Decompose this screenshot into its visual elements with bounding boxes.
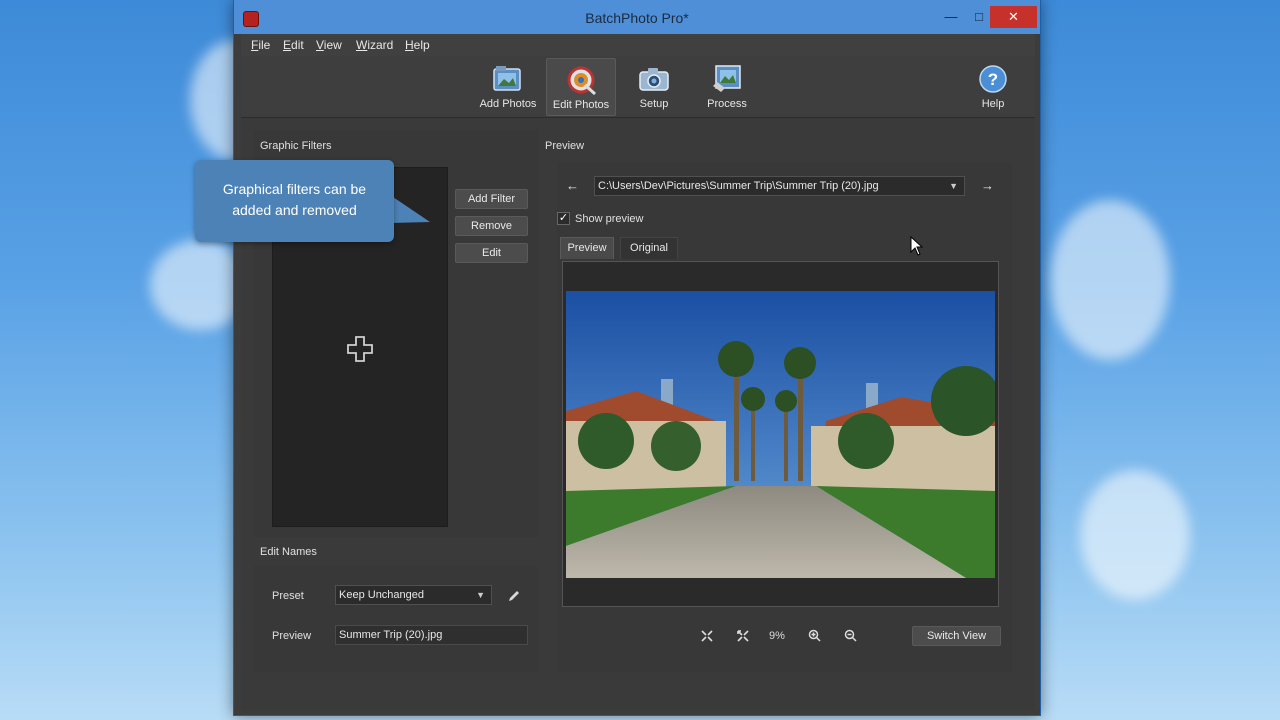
next-photo-arrow-icon[interactable]: → — [981, 178, 994, 193]
help-label: Help — [981, 98, 1005, 110]
title-bar[interactable]: BatchPhoto Pro* — □ ✕ — [234, 0, 1040, 34]
process-label: Process — [707, 98, 747, 110]
edit-photos-button[interactable]: Edit Photos — [546, 58, 616, 116]
mouse-cursor-icon — [910, 236, 924, 256]
show-preview-checkbox[interactable]: ✓ — [557, 212, 570, 225]
file-path-dropdown[interactable]: C:\Users\Dev\Pictures\Summer Trip\Summer… — [594, 176, 965, 196]
image-preview-frame — [562, 261, 999, 607]
preset-label: Preset — [272, 590, 304, 602]
desktop-decoration — [1050, 200, 1170, 360]
fit-to-window-icon[interactable] — [701, 630, 713, 642]
chevron-down-icon: ▼ — [476, 590, 485, 600]
preset-value: Keep Unchanged — [339, 589, 425, 601]
switch-view-button[interactable]: Switch View — [912, 626, 1001, 646]
edit-photos-label: Edit Photos — [552, 99, 610, 111]
tooltip-line-1: Graphical filters can be — [222, 181, 367, 197]
setup-label: Setup — [639, 98, 669, 110]
zoom-level: 9% — [769, 630, 785, 642]
zoom-out-icon[interactable] — [844, 629, 857, 642]
edit-names-heading: Edit Names — [260, 546, 317, 558]
remove-filter-button[interactable]: Remove — [455, 216, 528, 236]
window-title: BatchPhoto Pro* — [585, 10, 689, 26]
chevron-down-icon: ▼ — [949, 181, 958, 191]
name-preview-field: Summer Trip (20).jpg — [335, 625, 528, 645]
preview-photo — [566, 291, 995, 578]
menu-edit[interactable]: Edit — [283, 38, 304, 52]
menu-view[interactable]: View — [316, 38, 342, 52]
add-filter-plus-icon[interactable] — [345, 334, 375, 364]
close-button[interactable]: ✕ — [990, 6, 1037, 28]
add-photos-label: Add Photos — [479, 98, 537, 110]
file-path-value: C:\Users\Dev\Pictures\Summer Trip\Summer… — [598, 180, 879, 192]
help-icon: ? — [979, 65, 1007, 93]
tab-preview[interactable]: Preview — [560, 237, 614, 259]
camera-settings-icon — [639, 68, 669, 91]
menu-bar: File Edit View Wizard Help — [241, 34, 1035, 56]
menu-file[interactable]: File — [251, 38, 270, 52]
show-preview-label: Show preview — [575, 213, 644, 225]
minimize-button[interactable]: — — [938, 6, 964, 28]
zoom-in-icon[interactable] — [808, 629, 821, 642]
preview-heading: Preview — [545, 140, 585, 152]
edit-filter-button[interactable]: Edit — [455, 243, 528, 263]
name-preview-label: Preview — [272, 630, 312, 642]
process-icon — [713, 65, 741, 92]
filters-tooltip: Graphical filters can be added and remov… — [195, 160, 394, 242]
add-photos-icon — [493, 66, 521, 91]
svg-text:?: ? — [988, 70, 998, 89]
add-photos-button[interactable]: Add Photos — [473, 58, 543, 116]
pencil-icon[interactable] — [507, 589, 521, 603]
edit-names-panel — [253, 566, 538, 672]
tab-original[interactable]: Original — [620, 237, 678, 259]
main-toolbar: Add Photos Edit Photos Setup Process ? H… — [241, 56, 1035, 118]
process-button[interactable]: Process — [692, 58, 762, 116]
menu-help[interactable]: Help — [405, 38, 430, 52]
graphic-filters-heading: Graphic Filters — [260, 140, 332, 152]
tooltip-line-2: added and removed — [232, 202, 357, 218]
edit-photos-icon — [567, 66, 597, 95]
setup-button[interactable]: Setup — [619, 58, 689, 116]
help-button[interactable]: ? Help — [958, 58, 1028, 116]
preset-dropdown[interactable]: Keep Unchanged ▼ — [335, 585, 492, 605]
desktop-decoration — [1080, 470, 1190, 600]
previous-photo-arrow-icon[interactable]: ← — [566, 178, 579, 193]
menu-wizard[interactable]: Wizard — [356, 38, 393, 52]
maximize-button[interactable]: □ — [966, 6, 992, 28]
add-filter-button[interactable]: Add Filter — [455, 189, 528, 209]
actual-size-icon[interactable] — [737, 630, 749, 642]
